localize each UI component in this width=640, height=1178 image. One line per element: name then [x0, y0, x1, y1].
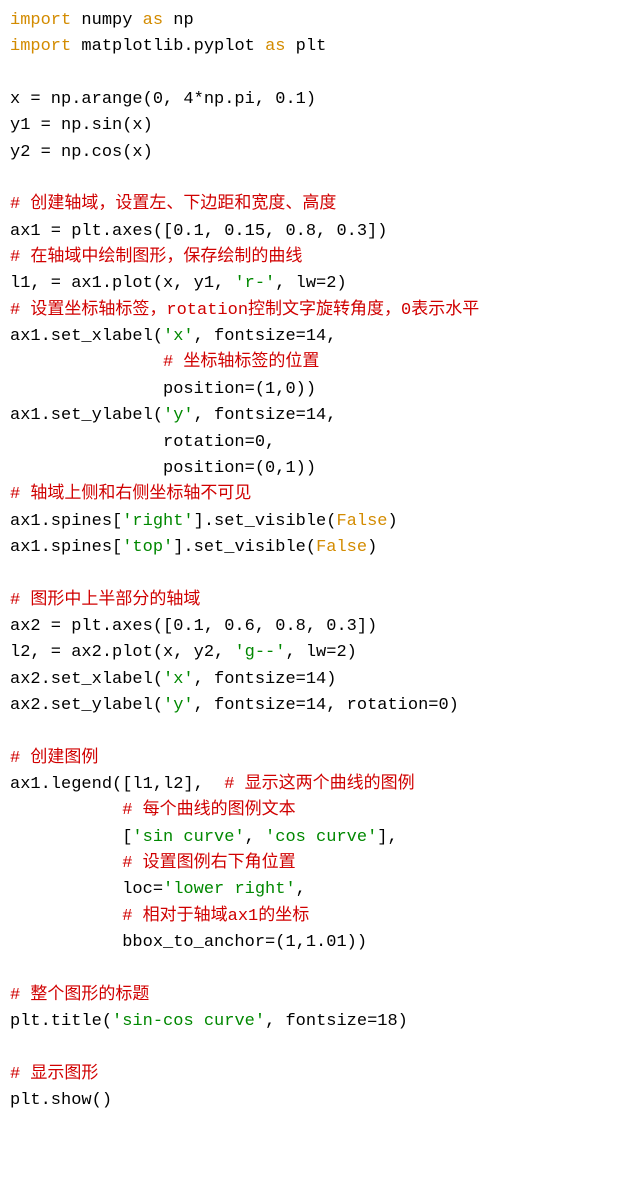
keyword-token: import [10, 11, 71, 30]
comment-token: # 在轴域中绘制图形，保存绘制的曲线 [10, 248, 302, 267]
keyword-token: as [265, 37, 285, 56]
code-token: ax2 = plt.axes([0.1, 0.6, 0.8, 0.3]) [10, 617, 377, 636]
comment-token: # 相对于轴域ax1的坐标 [122, 907, 309, 926]
string-token: 'x' [163, 670, 194, 689]
code-token: , fontsize=14, rotation=0) [194, 696, 459, 715]
code-token: ) [387, 512, 397, 531]
code-token: l1, = ax1.plot(x, y1, [10, 274, 234, 293]
comment-token: # 创建轴域，设置左、下边距和宽度、高度 [10, 195, 336, 214]
code-token: ], [377, 828, 397, 847]
code-token: ax1.spines[ [10, 538, 122, 557]
comment-token: # 轴域上侧和右侧坐标轴不可见 [10, 485, 251, 504]
constant-token: False [336, 512, 387, 531]
code-token: [ [10, 828, 132, 847]
string-token: 'r-' [234, 274, 275, 293]
code-token: plt [285, 37, 326, 56]
code-token: , fontsize=18) [265, 1012, 408, 1031]
comment-token: # 显示这两个曲线的图例 [224, 775, 414, 794]
comment-token: # 设置图例右下角位置 [122, 854, 295, 873]
code-token: , fontsize=14, [194, 406, 337, 425]
code-token: ax2.set_ylabel( [10, 696, 163, 715]
code-token: position=(0,1)) [10, 459, 316, 478]
comment-token: # 坐标轴标签的位置 [163, 353, 319, 372]
code-token: ax2.set_xlabel( [10, 670, 163, 689]
string-token: 'y' [163, 406, 194, 425]
code-token: , lw=2) [275, 274, 346, 293]
code-token [10, 353, 163, 372]
string-token: 'cos curve' [265, 828, 377, 847]
keyword-token: as [143, 11, 163, 30]
code-token: , lw=2) [285, 643, 356, 662]
comment-token: # 每个曲线的图例文本 [122, 801, 295, 820]
code-token: ].set_visible( [194, 512, 337, 531]
code-token: , [296, 880, 306, 899]
code-token: ax1.set_xlabel( [10, 327, 163, 346]
code-block: import numpy as np import matplotlib.pyp… [10, 8, 630, 1114]
comment-token: # 显示图形 [10, 1065, 98, 1084]
string-token: 'g--' [234, 643, 285, 662]
code-token: plt.title( [10, 1012, 112, 1031]
code-token: loc= [10, 880, 163, 899]
code-token: x = np.arange(0, 4*np.pi, 0.1) [10, 90, 316, 109]
string-token: 'x' [163, 327, 194, 346]
code-token [10, 801, 122, 820]
code-token: ax1.legend([l1,l2], [10, 775, 224, 794]
constant-token: False [316, 538, 367, 557]
code-token: bbox_to_anchor=(1,1.01)) [10, 933, 367, 952]
code-token: , fontsize=14) [194, 670, 337, 689]
code-token: ax1.spines[ [10, 512, 122, 531]
code-token [10, 907, 122, 926]
string-token: 'right' [122, 512, 193, 531]
code-token: ) [367, 538, 377, 557]
code-token [10, 854, 122, 873]
code-token: ax1.set_ylabel( [10, 406, 163, 425]
code-token: rotation=0, [10, 433, 275, 452]
comment-token: # 整个图形的标题 [10, 986, 149, 1005]
code-token: y2 = np.cos(x) [10, 143, 153, 162]
code-token: , fontsize=14, [194, 327, 337, 346]
code-token: ax1 = plt.axes([0.1, 0.15, 0.8, 0.3]) [10, 222, 387, 241]
code-token: plt.show() [10, 1091, 112, 1110]
string-token: 'top' [122, 538, 173, 557]
comment-token: # 图形中上半部分的轴域 [10, 591, 200, 610]
code-token: numpy [71, 11, 142, 30]
string-token: 'lower right' [163, 880, 296, 899]
code-token: matplotlib.pyplot [71, 37, 265, 56]
code-token: ].set_visible( [173, 538, 316, 557]
code-token: y1 = np.sin(x) [10, 116, 153, 135]
string-token: 'sin-cos curve' [112, 1012, 265, 1031]
code-token: , [245, 828, 265, 847]
comment-token: # 设置坐标轴标签，rotation控制文字旋转角度，0表示水平 [10, 301, 479, 320]
string-token: 'sin curve' [132, 828, 244, 847]
code-token: np [163, 11, 194, 30]
code-token: position=(1,0)) [10, 380, 316, 399]
code-token: l2, = ax2.plot(x, y2, [10, 643, 234, 662]
comment-token: # 创建图例 [10, 749, 98, 768]
string-token: 'y' [163, 696, 194, 715]
keyword-token: import [10, 37, 71, 56]
